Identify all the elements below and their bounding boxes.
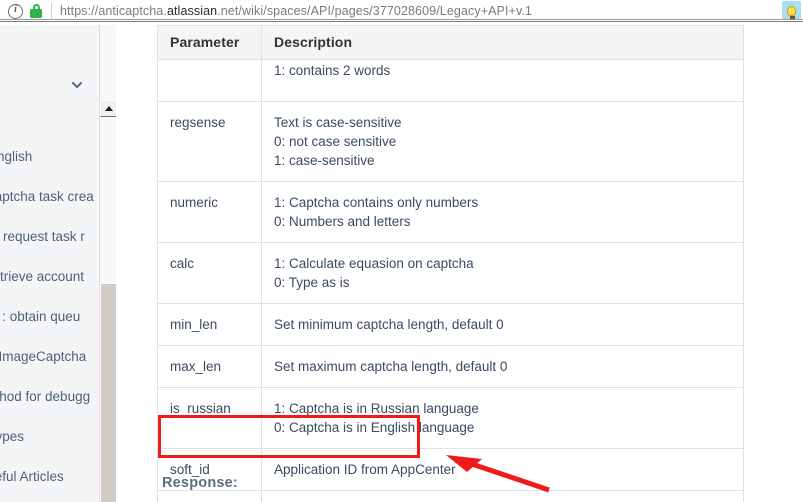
description-line: 1: Calculate equasion on captcha <box>274 256 474 271</box>
table-header: Parameter Description <box>157 25 744 60</box>
sidebar-item-7[interactable]: Types <box>0 417 100 457</box>
description-line: 1: contains 2 words <box>274 63 391 78</box>
browser-address-bar: i https://anticaptcha.atlassian.net/wiki… <box>0 0 803 22</box>
lightbulb-icon[interactable] <box>782 1 801 20</box>
page-content: Parameter Description 1: contains 2 word… <box>116 25 803 502</box>
sidebar-item-3[interactable]: retrieve account <box>0 257 100 297</box>
description-line: Text is case-sensitive <box>274 115 402 130</box>
table-row: calc 1: Calculate equasion on captcha 0:… <box>157 242 744 304</box>
table-row: numeric 1: Captcha contains only numbers… <box>157 181 744 243</box>
cell-description: Comment to worker <box>261 490 744 502</box>
cell-description: Set maximum captcha length, default 0 <box>261 345 744 388</box>
column-header-parameter: Parameter <box>157 25 262 60</box>
description-line: 1: Captcha is in Russian language <box>274 401 479 416</box>
lightbulb-glyph <box>787 5 796 19</box>
cell-description: Text is case-sensitive 0: not case sensi… <box>261 101 744 182</box>
cell-parameter: min_len <box>157 303 262 346</box>
scroll-up-button[interactable] <box>100 100 117 117</box>
cell-description: 1: Captcha is in Russian language 0: Cap… <box>261 387 744 449</box>
description-line: 0: Captcha is in English language <box>274 420 475 435</box>
cell-description: 1: Captcha contains only numbers 0: Numb… <box>261 181 744 243</box>
table-row: regsense Text is case-sensitive 0: not c… <box>157 101 744 182</box>
triangle-up-icon <box>104 106 113 111</box>
sidebar-item-8[interactable]: seful Articles <box>0 457 100 497</box>
description-line: Set minimum captcha length, default 0 <box>274 317 504 332</box>
sidebar-item-2[interactable]: t : request task r <box>0 217 100 257</box>
sidebar-item-1[interactable]: captcha task crea <box>0 177 100 217</box>
response-heading: Response: <box>162 475 238 491</box>
table-row: 1: contains 2 words <box>157 59 744 102</box>
table-body: 1: contains 2 words regsense Text is cas… <box>157 59 744 502</box>
sidebar-item-0[interactable]: English <box>0 137 100 177</box>
sidebar-item-9[interactable]: with Recaptcha. <box>0 497 100 502</box>
cell-description: Set minimum captcha length, default 0 <box>261 303 744 346</box>
url-suffix: .net/wiki/spaces/API/pages/377028609/Leg… <box>217 4 532 18</box>
cell-parameter: max_len <box>157 345 262 388</box>
cell-parameter: comment <box>157 490 262 502</box>
address-bar-divider <box>51 3 52 19</box>
table-row: min_len Set minimum captcha length, defa… <box>157 303 744 346</box>
cell-description: 1: contains 2 words <box>261 59 744 102</box>
description-line: Set maximum captcha length, default 0 <box>274 359 508 374</box>
url-text[interactable]: https://anticaptcha.atlassian.net/wiki/s… <box>60 4 532 18</box>
description-line: 0: not case sensitive <box>274 134 397 149</box>
description-line: 1: case-sensitive <box>274 153 375 168</box>
sidebar-item-6[interactable]: ethod for debugg <box>0 377 100 417</box>
cell-parameter: regsense <box>157 101 262 182</box>
chevron-down-icon[interactable] <box>72 82 82 88</box>
cell-description: 1: Calculate equasion on captcha 0: Type… <box>261 242 744 304</box>
description-line: 0: Type as is <box>274 275 350 290</box>
description-line: 1: Captcha contains only numbers <box>274 195 479 210</box>
sidebar-item-4[interactable]: ts : obtain queu <box>0 297 100 337</box>
lock-icon[interactable] <box>30 4 42 18</box>
site-info-icon[interactable]: i <box>8 3 23 19</box>
cell-description: Application ID from AppCenter <box>261 448 744 491</box>
table-row: soft_id Application ID from AppCenter <box>157 448 744 491</box>
description-line: Application ID from AppCenter <box>274 462 456 477</box>
table-row: max_len Set maximum captcha length, defa… <box>157 345 744 388</box>
parameters-table: Parameter Description 1: contains 2 word… <box>157 25 744 502</box>
vertical-scrollbar[interactable] <box>99 25 117 502</box>
scrollbar-thumb[interactable] <box>100 283 117 502</box>
sidebar-nav-list: English captcha task crea t : request ta… <box>0 137 100 502</box>
url-prefix: https://anticaptcha. <box>60 4 167 18</box>
column-header-description: Description <box>261 25 744 60</box>
cell-parameter: is_russian <box>157 387 262 449</box>
table-header-row: Parameter Description <box>157 25 744 60</box>
cell-parameter: calc <box>157 242 262 304</box>
cell-parameter <box>157 59 262 102</box>
table-row: comment Comment to worker <box>157 490 744 502</box>
sidebar-panel: English captcha task crea t : request ta… <box>0 25 100 502</box>
browser-window: i https://anticaptcha.atlassian.net/wiki… <box>0 0 803 502</box>
url-host: atlassian <box>166 4 218 18</box>
description-line: 0: Numbers and letters <box>274 214 411 229</box>
cell-parameter: numeric <box>157 181 262 243</box>
table-row: is_russian 1: Captcha is in Russian lang… <box>157 387 744 449</box>
lock-body <box>30 9 42 18</box>
sidebar-item-5[interactable]: ctImageCaptcha <box>0 337 100 377</box>
